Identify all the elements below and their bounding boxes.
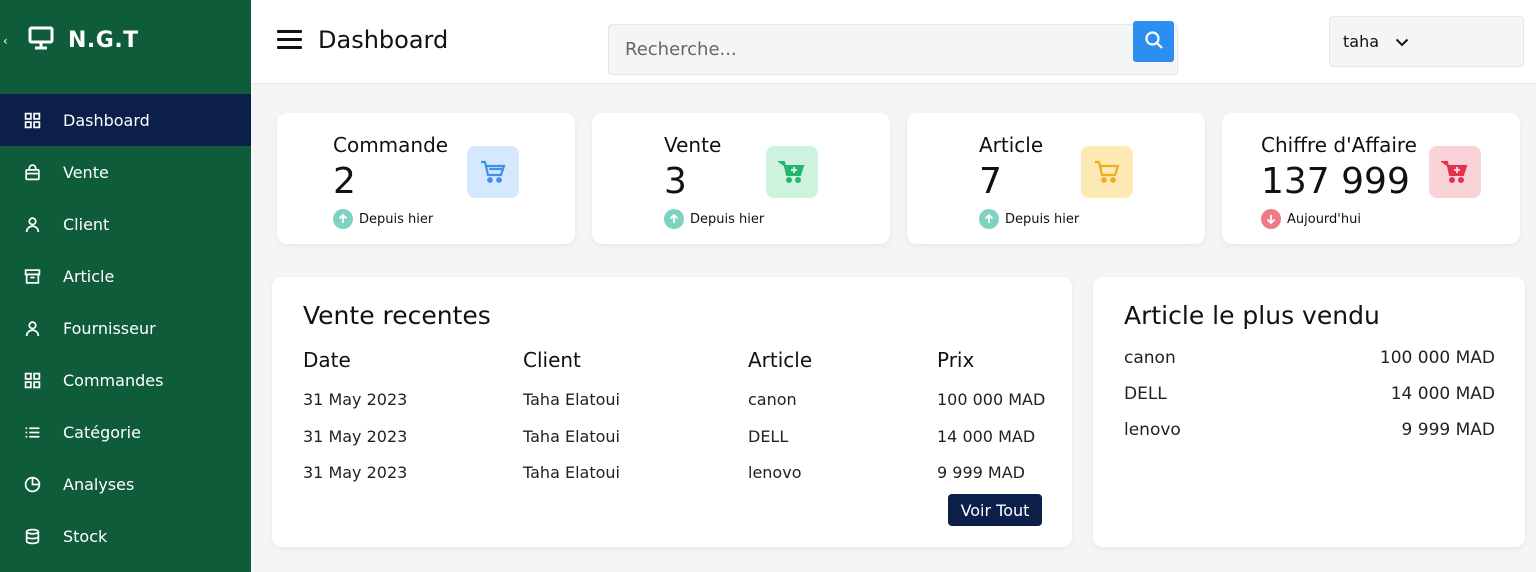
sidebar-item-label: Analyses	[63, 474, 135, 494]
stat-value: 3	[664, 161, 687, 202]
cart-plus-icon	[766, 146, 818, 198]
item-name: lenovo	[1124, 420, 1181, 440]
panel-title: Article le plus vendu	[1124, 301, 1380, 330]
cell-article: lenovo	[748, 463, 802, 482]
cell-client: Taha Elatoui	[523, 463, 620, 482]
best-selling-panel: Article le plus vendu canon 100 000 MAD …	[1093, 277, 1525, 547]
search-button[interactable]	[1133, 21, 1174, 62]
grid-icon	[24, 372, 41, 389]
column-header-article: Article	[748, 348, 813, 372]
cell-date: 31 May 2023	[303, 390, 408, 409]
grid-icon	[24, 112, 41, 129]
stat-trend: Depuis hier	[979, 209, 1079, 229]
stat-label: Chiffre d'Affaire	[1261, 133, 1417, 157]
user-icon	[24, 216, 41, 233]
stat-label: Vente	[664, 133, 722, 157]
item-value: 100 000 MAD	[1379, 348, 1495, 368]
column-header-prix: Prix	[937, 348, 975, 372]
cart-icon	[1081, 146, 1133, 198]
list-icon	[24, 424, 41, 441]
user-name: taha	[1343, 32, 1380, 51]
brand: N.G.T	[28, 26, 139, 54]
cell-prix: 100 000 MAD	[937, 390, 1046, 409]
sidebar-item-categorie[interactable]: Catégorie	[0, 406, 251, 458]
stat-label: Commande	[333, 133, 449, 157]
cell-prix: 9 999 MAD	[937, 463, 1025, 482]
cell-date: 31 May 2023	[303, 463, 408, 482]
sidebar-item-label: Client	[63, 214, 110, 234]
chevron-down-icon	[1395, 32, 1409, 51]
sidebar-item-vente[interactable]: Vente	[0, 146, 251, 198]
sidebar-nav: Dashboard Vente Client Article Fournisse…	[0, 94, 251, 562]
cell-article: DELL	[748, 427, 789, 446]
cell-client: Taha Elatoui	[523, 427, 620, 446]
monitor-icon	[28, 26, 54, 54]
menu-icon[interactable]	[277, 30, 302, 50]
stat-trend-label: Depuis hier	[359, 211, 434, 227]
stat-label: Article	[979, 133, 1044, 157]
cart-plus-icon	[1429, 146, 1481, 198]
stat-card-commande: Commande 2 Depuis hier	[277, 113, 575, 244]
stat-trend-label: Depuis hier	[690, 211, 765, 227]
stat-trend: Depuis hier	[333, 209, 433, 229]
cell-article: canon	[748, 390, 797, 409]
sidebar-item-label: Dashboard	[63, 110, 150, 130]
sidebar-item-stock[interactable]: Stock	[0, 510, 251, 562]
item-value: 14 000 MAD	[1390, 384, 1495, 404]
search-icon	[1144, 30, 1164, 54]
column-header-client: Client	[523, 348, 581, 372]
item-name: canon	[1124, 348, 1176, 368]
user-icon	[24, 320, 41, 337]
sidebar-item-commandes[interactable]: Commandes	[0, 354, 251, 406]
top-bar: Dashboard taha	[251, 0, 1536, 84]
database-icon	[24, 528, 41, 545]
sidebar-item-label: Vente	[63, 162, 109, 182]
search-box	[608, 21, 1178, 75]
sidebar-item-dashboard[interactable]: Dashboard	[0, 94, 251, 146]
pie-chart-icon	[24, 476, 41, 493]
stat-value: 2	[333, 161, 356, 202]
arrow-up-icon	[664, 209, 684, 229]
user-dropdown[interactable]: taha	[1329, 16, 1524, 67]
stat-card-chiffre-affaire: Chiffre d'Affaire 137 999 Aujourd'hui	[1222, 113, 1520, 244]
column-header-date: Date	[303, 348, 351, 372]
arrow-up-icon	[979, 209, 999, 229]
cell-client: Taha Elatoui	[523, 390, 620, 409]
arrow-up-icon	[333, 209, 353, 229]
archive-icon	[24, 268, 41, 285]
stat-card-article: Article 7 Depuis hier	[907, 113, 1205, 244]
voir-tout-button[interactable]: Voir Tout	[948, 494, 1042, 526]
stat-value: 137 999	[1261, 161, 1410, 202]
recent-sales-panel: Vente recentes Date Client Article Prix …	[272, 277, 1072, 547]
sidebar-item-article[interactable]: Article	[0, 250, 251, 302]
sidebar-item-analyses[interactable]: Analyses	[0, 458, 251, 510]
sidebar: ‹ N.G.T Dashboard Vente Client Article F…	[0, 0, 251, 572]
stat-trend-label: Aujourd'hui	[1287, 211, 1361, 227]
shopping-bag-icon	[24, 163, 41, 181]
cell-prix: 14 000 MAD	[937, 427, 1036, 446]
sidebar-item-fournisseur[interactable]: Fournisseur	[0, 302, 251, 354]
sidebar-item-label: Stock	[63, 526, 108, 546]
stat-value: 7	[979, 161, 1002, 202]
stat-trend: Depuis hier	[664, 209, 764, 229]
page-title: Dashboard	[318, 26, 449, 54]
cell-date: 31 May 2023	[303, 427, 408, 446]
cart-icon	[467, 146, 519, 198]
item-value: 9 999 MAD	[1401, 420, 1495, 440]
stat-card-vente: Vente 3 Depuis hier	[592, 113, 890, 244]
sidebar-item-client[interactable]: Client	[0, 198, 251, 250]
sidebar-item-label: Article	[63, 266, 115, 286]
chevron-left-icon[interactable]: ‹	[3, 34, 8, 48]
brand-name: N.G.T	[68, 27, 139, 53]
sidebar-item-label: Fournisseur	[63, 318, 156, 338]
arrow-down-icon	[1261, 209, 1281, 229]
item-name: DELL	[1124, 384, 1167, 404]
stat-trend: Aujourd'hui	[1261, 209, 1361, 229]
stat-trend-label: Depuis hier	[1005, 211, 1080, 227]
sidebar-item-label: Catégorie	[63, 422, 141, 442]
panel-title: Vente recentes	[303, 301, 491, 330]
search-input[interactable]	[609, 25, 1131, 74]
sidebar-item-label: Commandes	[63, 370, 164, 390]
